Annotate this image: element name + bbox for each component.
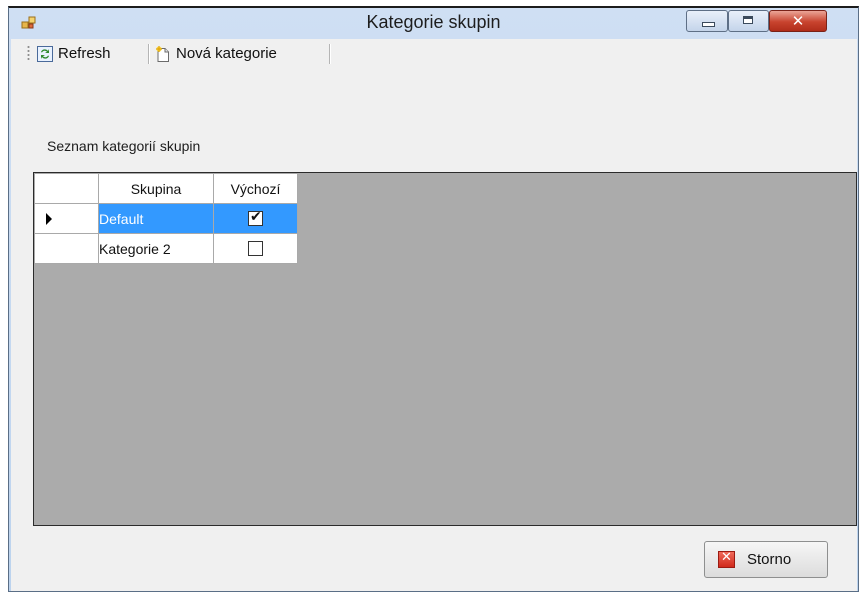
dialog-window: Kategorie skupin ✕ Refresh Nová kategori…	[8, 6, 859, 592]
grid-table: Skupina Výchozí Default ✔ Kategorie 2	[34, 173, 298, 264]
cell-vychozi[interactable]: ✔	[213, 203, 298, 234]
cell-vychozi[interactable]	[213, 233, 298, 264]
row-header[interactable]	[34, 203, 99, 234]
toolbar-separator	[148, 44, 150, 64]
minimize-icon	[702, 22, 715, 27]
maximize-icon	[743, 16, 753, 24]
close-icon: ✕	[791, 12, 805, 30]
checkmark-icon: ✔	[250, 209, 262, 225]
minimize-button[interactable]	[686, 10, 728, 32]
refresh-label: Refresh	[58, 45, 111, 62]
column-header-vychozi[interactable]: Výchozí	[213, 173, 298, 204]
cancel-button[interactable]: ✕ Storno	[704, 541, 828, 578]
default-checkbox[interactable]	[248, 241, 263, 256]
default-checkbox[interactable]: ✔	[248, 209, 263, 226]
grid-corner-header[interactable]	[34, 173, 99, 204]
cancel-icon: ✕	[718, 550, 735, 568]
cell-skupina[interactable]: Kategorie 2	[98, 233, 214, 264]
toolbar: Refresh Nová kategorie	[11, 39, 853, 68]
title-bar[interactable]: Kategorie skupin ✕	[9, 8, 858, 36]
new-document-icon	[155, 45, 171, 62]
new-category-button[interactable]: Nová kategorie	[155, 42, 277, 65]
maximize-button[interactable]	[728, 10, 769, 32]
refresh-button[interactable]: Refresh	[37, 42, 111, 65]
categories-grid[interactable]: Skupina Výchozí Default ✔ Kategorie 2	[33, 172, 857, 526]
table-row[interactable]: Kategorie 2	[34, 233, 298, 264]
cancel-x-glyph: ✕	[721, 550, 732, 565]
close-button[interactable]: ✕	[769, 10, 827, 32]
client-area: Refresh Nová kategorie Seznam kategorií …	[11, 39, 857, 591]
toolbar-separator	[329, 44, 331, 64]
current-row-arrow-icon	[46, 213, 52, 225]
column-header-skupina[interactable]: Skupina	[98, 173, 214, 204]
toolbar-grip[interactable]	[27, 45, 30, 62]
table-row[interactable]: Default ✔	[34, 203, 298, 234]
grid-header-row: Skupina Výchozí	[34, 173, 298, 204]
category-list-label: Seznam kategorií skupin	[47, 138, 201, 154]
new-category-label: Nová kategorie	[176, 45, 277, 62]
cancel-label: Storno	[747, 551, 792, 568]
row-header[interactable]	[34, 233, 99, 264]
refresh-icon	[37, 45, 53, 62]
cell-skupina[interactable]: Default	[98, 203, 214, 234]
